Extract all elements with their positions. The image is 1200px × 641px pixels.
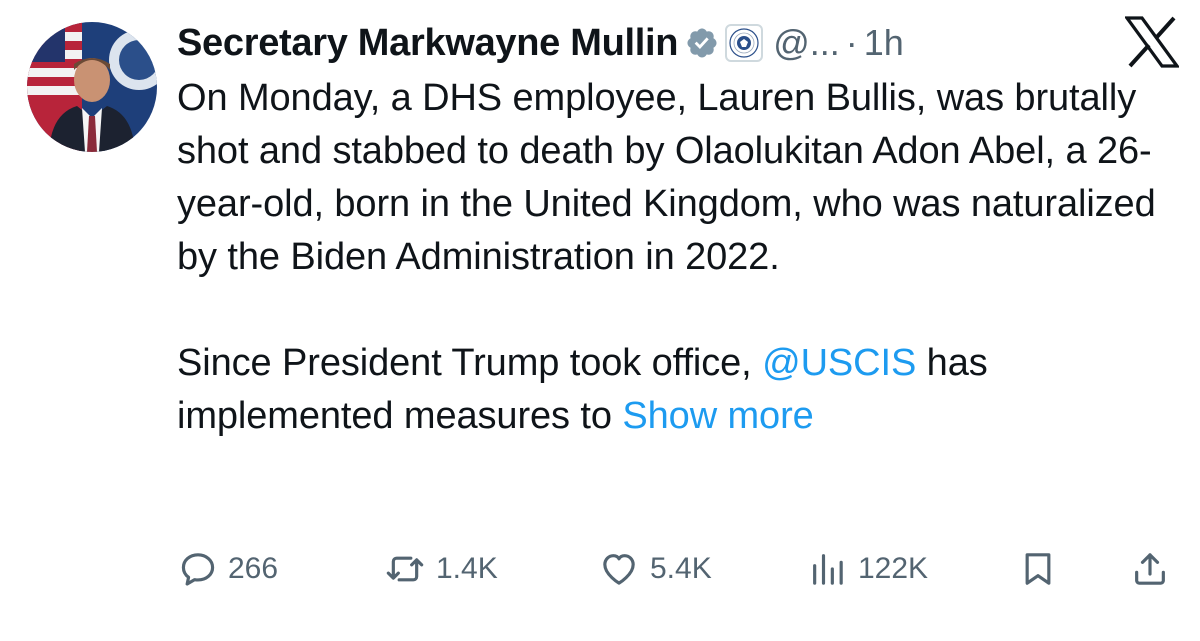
tweet-header: Secretary Markwayne Mullin @... · 1h xyxy=(177,14,1187,72)
profile-photo xyxy=(27,22,157,152)
like-count: 5.4K xyxy=(650,552,712,585)
tweet-paragraph: Since President Trump took office, @USCI… xyxy=(177,337,1187,443)
verified-badge-icon[interactable] xyxy=(685,26,719,60)
tweet-text-segment: Since President Trump took office, xyxy=(177,342,763,384)
x-logo-icon[interactable] xyxy=(1123,16,1181,68)
heart-icon xyxy=(603,554,635,585)
reply-count: 266 xyxy=(228,552,279,585)
repost-button[interactable]: 1.4K xyxy=(384,543,498,595)
tweet-text: On Monday, a DHS employee, Lauren Bullis… xyxy=(177,72,1187,443)
reply-button[interactable]: 266 xyxy=(178,543,278,595)
share-icon xyxy=(1135,553,1165,585)
display-name[interactable]: Secretary Markwayne Mullin xyxy=(177,22,679,65)
show-more-link[interactable]: Show more xyxy=(622,395,813,437)
separator: · xyxy=(845,22,858,63)
views-icon xyxy=(813,554,843,585)
avatar[interactable] xyxy=(27,22,157,152)
bookmark-button[interactable] xyxy=(1018,543,1058,595)
views-count: 122K xyxy=(858,552,929,585)
share-button[interactable] xyxy=(1130,543,1170,595)
action-bar: 266 1.4K 5.4K 122K xyxy=(178,543,1178,595)
repost-icon xyxy=(386,556,424,582)
tweet-paragraph: On Monday, a DHS employee, Lauren Bullis… xyxy=(177,77,1156,278)
handle[interactable]: @... xyxy=(773,22,840,64)
views-button[interactable]: 122K xyxy=(808,543,928,595)
reply-icon xyxy=(181,553,215,586)
like-button[interactable]: 5.4K xyxy=(598,543,712,595)
repost-count: 1.4K xyxy=(436,552,498,585)
timestamp[interactable]: 1h xyxy=(864,22,904,64)
bookmark-icon xyxy=(1025,553,1051,585)
mention-link[interactable]: @USCIS xyxy=(762,342,916,384)
tweet: Secretary Markwayne Mullin @... · 1h On … xyxy=(177,14,1187,443)
dhs-seal-icon[interactable] xyxy=(725,24,764,62)
